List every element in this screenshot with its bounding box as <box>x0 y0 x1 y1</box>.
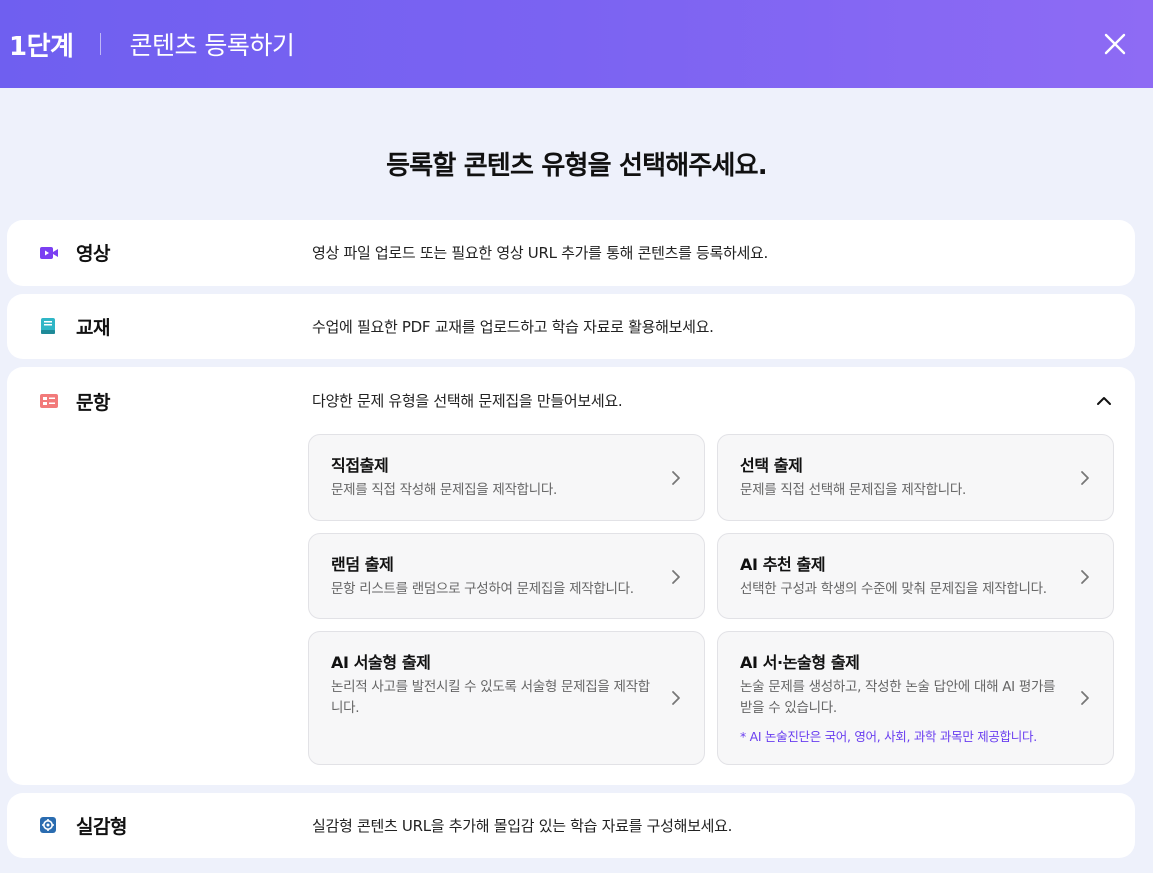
option-ai-descriptive[interactable]: AI 서술형 출제 논리적 사고를 발전시킬 수 있도록 서술형 문제집을 제작… <box>308 631 705 765</box>
option-description: 문제를 직접 선택해 문제집을 제작합니다. <box>740 482 966 498</box>
step-label: 1단계 <box>9 31 74 62</box>
option-title: AI 서술형 출제 <box>331 653 431 672</box>
chevron-right-icon <box>670 469 682 487</box>
modal-title: 콘텐츠 등록하기 <box>129 31 295 60</box>
option-direct[interactable]: 직접출제 문제를 직접 작성해 문제집을 제작합니다. <box>308 434 705 521</box>
option-title: 직접출제 <box>331 456 389 475</box>
content-type-video[interactable]: 영상 영상 파일 업로드 또는 필요한 영상 URL 추가를 통해 콘텐츠를 등… <box>7 220 1135 286</box>
content-type-description: 수업에 필요한 PDF 교재를 업로드하고 학습 자료로 활용해보세요. <box>312 318 714 336</box>
chevron-right-icon <box>670 568 682 586</box>
immersive-gear-icon <box>39 816 57 834</box>
collapse-chevron-up-icon[interactable] <box>1095 392 1113 410</box>
option-ai-recommend[interactable]: AI 추천 출제 선택한 구성과 학생의 수준에 맞춰 문제집을 제작합니다. <box>717 533 1114 619</box>
content-type-immersive[interactable]: 실감형 실감형 콘텐츠 URL을 추가해 몰입감 있는 학습 자료를 구성해보세… <box>7 793 1135 858</box>
book-icon <box>39 317 57 335</box>
modal-header: 1단계 콘텐츠 등록하기 <box>0 0 1153 88</box>
header-divider <box>100 33 102 55</box>
content-type-title: 문항 <box>76 392 110 414</box>
close-icon[interactable] <box>1103 32 1127 56</box>
content-type-question: 문항 다양한 문제 유형을 선택해 문제집을 만들어보세요. 직접출제 문제를 … <box>7 367 1135 785</box>
content-type-title: 실감형 <box>76 816 127 838</box>
option-title: 랜덤 출제 <box>331 555 394 574</box>
page-heading: 등록할 콘텐츠 유형을 선택해주세요. <box>386 151 767 181</box>
option-select[interactable]: 선택 출제 문제를 직접 선택해 문제집을 제작합니다. <box>717 434 1114 521</box>
content-type-textbook[interactable]: 교재 수업에 필요한 PDF 교재를 업로드하고 학습 자료로 활용해보세요. <box>7 294 1135 359</box>
question-card-icon <box>39 392 58 410</box>
option-description: 문항 리스트를 랜덤으로 구성하여 문제집을 제작합니다. <box>331 581 634 597</box>
content-type-description: 다양한 문제 유형을 선택해 문제집을 만들어보세요. <box>312 392 623 410</box>
chevron-right-icon <box>1079 469 1091 487</box>
chevron-right-icon <box>670 689 682 707</box>
option-description: 논술 문제를 생성하고, 작성한 논술 답안에 대해 AI 평가를 받을 수 있… <box>740 679 1056 716</box>
option-random[interactable]: 랜덤 출제 문항 리스트를 랜덤으로 구성하여 문제집을 제작합니다. <box>308 533 705 619</box>
chevron-right-icon <box>1079 568 1091 586</box>
content-type-title: 교재 <box>76 317 110 339</box>
video-camera-icon <box>39 244 58 262</box>
option-title: AI 추천 출제 <box>740 555 826 574</box>
chevron-right-icon <box>1079 689 1091 707</box>
option-note: * AI 논술진단은 국어, 영어, 사회, 과학 과목만 제공합니다. <box>740 729 1037 744</box>
option-ai-essay[interactable]: AI 서·논술형 출제 논술 문제를 생성하고, 작성한 논술 답안에 대해 A… <box>717 631 1114 765</box>
option-description: 문제를 직접 작성해 문제집을 제작합니다. <box>331 482 557 498</box>
content-type-description: 영상 파일 업로드 또는 필요한 영상 URL 추가를 통해 콘텐츠를 등록하세… <box>312 244 769 262</box>
option-title: 선택 출제 <box>740 456 803 475</box>
option-description: 논리적 사고를 발전시킬 수 있도록 서술형 문제집을 제작합니다. <box>331 679 650 716</box>
option-title: AI 서·논술형 출제 <box>740 653 860 672</box>
content-type-description: 실감형 콘텐츠 URL을 추가해 몰입감 있는 학습 자료를 구성해보세요. <box>312 817 733 835</box>
content-type-title: 영상 <box>76 243 110 265</box>
option-description: 선택한 구성과 학생의 수준에 맞춰 문제집을 제작합니다. <box>740 581 1047 597</box>
